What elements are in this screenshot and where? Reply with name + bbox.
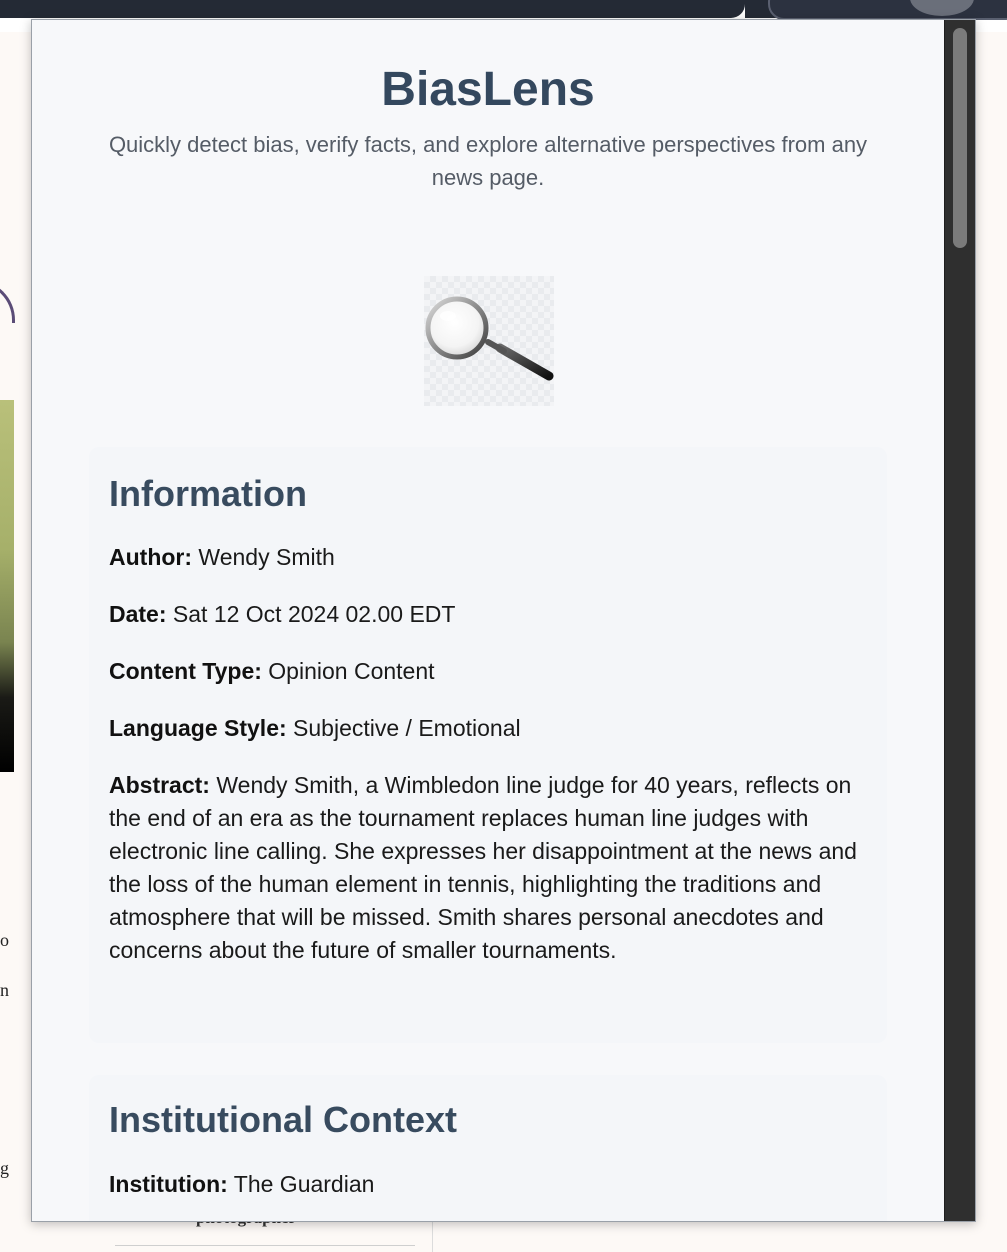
institution-value: The Guardian [233, 1171, 375, 1197]
content-type-value: Opinion Content [268, 658, 435, 684]
information-heading: Information [109, 473, 307, 514]
abstract-value: Wendy Smith, a Wimbledon line judge for … [109, 772, 857, 963]
popup-scrollbar[interactable] [944, 20, 975, 1221]
background-divider [115, 1245, 415, 1246]
background-page-right [975, 32, 1007, 1252]
author-label: Author: [109, 544, 193, 570]
app-title: BiasLens [381, 63, 595, 116]
date-value: Sat 12 Oct 2024 02.00 EDT [172, 601, 456, 627]
content-type-field: Content Type: Opinion Content [109, 655, 869, 688]
language-style-label: Language Style: [109, 715, 287, 741]
date-label: Date: [109, 601, 167, 627]
content-type-label: Content Type: [109, 658, 262, 684]
author-value: Wendy Smith [198, 544, 335, 570]
background-photo [0, 400, 14, 772]
extension-popup: BiasLens Quickly detect bias, verify fac… [31, 19, 976, 1222]
language-style-value: Subjective / Emotional [293, 715, 521, 741]
institution-field: Institution: The Guardian [109, 1168, 869, 1201]
institution-label: Institution: [109, 1171, 228, 1197]
language-style-field: Language Style: Subjective / Emotional [109, 712, 869, 745]
app-tagline: Quickly detect bias, verify facts, and e… [108, 132, 868, 190]
background-column-divider [432, 1220, 433, 1252]
background-text-fragment: n [0, 980, 9, 1000]
date-field: Date: Sat 12 Oct 2024 02.00 EDT [109, 598, 869, 631]
scrollbar-thumb[interactable] [953, 28, 967, 248]
browser-tabstrip [0, 0, 745, 18]
institutional-context-card: Institutional Context Institution: The G… [89, 1075, 887, 1221]
author-field: Author: Wendy Smith [109, 541, 869, 574]
background-text-fragment: o [0, 930, 9, 950]
magnifying-glass-icon [424, 276, 554, 406]
institutional-context-heading: Institutional Context [109, 1099, 457, 1140]
abstract-label: Abstract: [109, 772, 210, 798]
information-card: Information Author: Wendy Smith Date: Sa… [89, 447, 887, 1043]
abstract-field: Abstract: Wendy Smith, a Wimbledon line … [109, 769, 869, 967]
background-text-fragment: g [0, 1158, 9, 1178]
